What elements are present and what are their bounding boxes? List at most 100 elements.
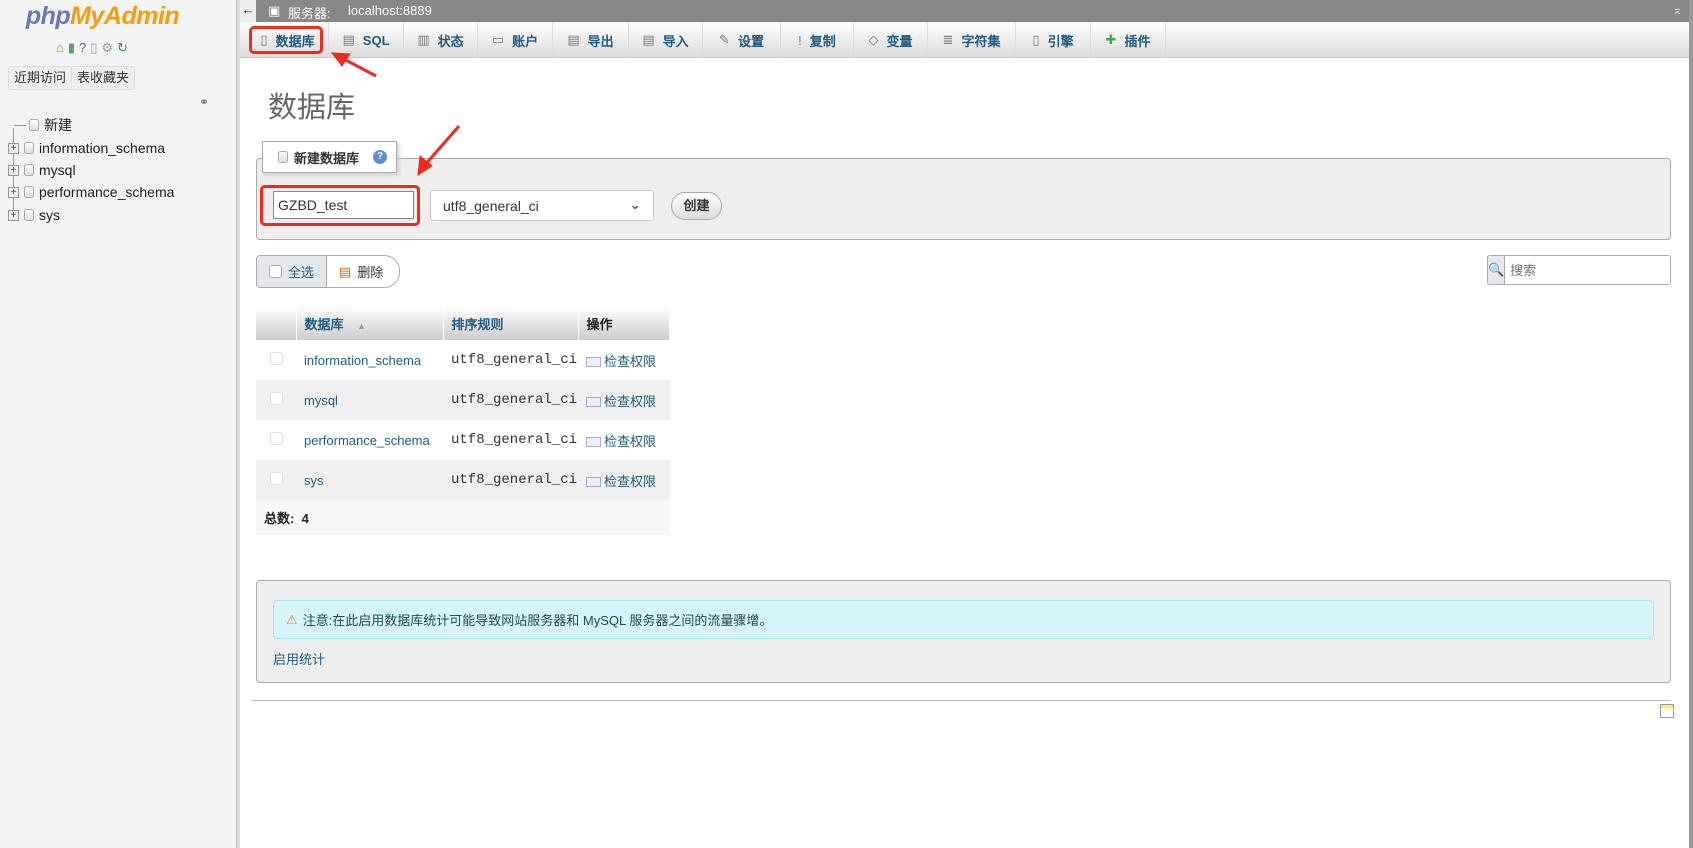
database-cell: information_schema	[296, 340, 443, 380]
tree-item-performance-schema[interactable]: + performance_schema	[8, 182, 174, 202]
privileges-icon	[586, 357, 601, 368]
tree-item-mysql[interactable]: + mysql	[8, 160, 76, 180]
users-icon: ▭	[491, 32, 505, 47]
delete-button[interactable]: ▤ 删除	[327, 256, 400, 287]
main-tabs: ▯ 数据库 ▤ SQL ▥ 状态 ▭ 账户 ▤ 导出 ▤ 导入 ✎ 设置! 复制 ◇ 变量 ≣ 字符集 ▯ 引擎 ✚ 插件	[240, 22, 1690, 58]
database-icon	[24, 142, 34, 154]
tab-6[interactable]: ✎ 设置	[703, 22, 781, 58]
tab-label: SQL	[362, 32, 390, 48]
tab-5[interactable]: ▤ 导入	[629, 22, 703, 58]
expand-icon[interactable]: +	[8, 186, 19, 198]
tree-label: mysql	[39, 162, 76, 178]
tab-2[interactable]: ▥ 状态	[404, 22, 478, 58]
collapse-top-icon[interactable]: ⌅	[1672, 2, 1683, 18]
sidebar-resizer[interactable]	[236, 0, 240, 848]
check-privileges-link[interactable]: 检查权限	[586, 474, 656, 489]
console-icon[interactable]	[1660, 704, 1674, 718]
page-title: 数据库	[268, 92, 356, 124]
docs-icon[interactable]: ▯	[90, 40, 97, 56]
action-label: 检查权限	[604, 393, 657, 409]
collation-cell: utf8_general_ci	[443, 380, 578, 420]
database-cell: mysql	[296, 380, 443, 420]
help-icon[interactable]: ?	[79, 40, 86, 56]
tree-item-information-schema[interactable]: + information_schema	[8, 138, 165, 158]
bulk-actions: 全选 ▤ 删除	[256, 255, 401, 288]
row-checkbox[interactable]	[270, 352, 283, 365]
tab-9[interactable]: ≣ 字符集	[928, 22, 1016, 58]
favorites-button[interactable]: 表收藏夹	[71, 66, 136, 90]
notice-message: ⚠ 注意:在此启用数据库统计可能导致网站服务器和 MySQL 服务器之间的流量骤增…	[273, 600, 1654, 639]
action-cell: 检查权限	[578, 420, 670, 460]
plugin-icon: ✚	[1105, 32, 1117, 47]
tab-label: 设置	[737, 33, 764, 49]
expand-icon[interactable]: +	[8, 209, 19, 221]
header-checkbox	[256, 306, 297, 340]
checkbox[interactable]	[269, 265, 282, 278]
table-row: mysql utf8_general_ci 检查权限	[256, 380, 670, 420]
enable-statistics-link[interactable]: 启用统计	[273, 649, 325, 668]
help-icon[interactable]: ?	[373, 150, 388, 164]
database-link[interactable]: mysql	[304, 393, 338, 408]
header-label: 数据库	[304, 316, 344, 332]
recent-button[interactable]: 近期访问	[8, 66, 73, 90]
collation-cell: utf8_general_ci	[451, 352, 578, 368]
tab-10[interactable]: ▯ 引擎	[1016, 22, 1091, 58]
database-add-icon	[278, 151, 288, 163]
tab-label: 状态	[437, 33, 464, 49]
select-all-checkbox[interactable]: 全选	[257, 256, 328, 287]
phpmyadmin-logo[interactable]: phpMyAdmin	[0, 2, 205, 31]
notice-text: 注意:在此启用数据库统计可能导致网站服务器和 MySQL 服务器之间的流量骤增。	[302, 613, 773, 628]
scrollbar[interactable]	[1689, 0, 1693, 848]
row-checkbox[interactable]	[270, 392, 283, 405]
tab-label: 变量	[886, 33, 913, 49]
search-box: 🔍	[1487, 255, 1671, 285]
database-icon	[24, 209, 34, 221]
server-link[interactable]: localhost:8889	[348, 3, 432, 18]
reload-icon[interactable]: ↻	[117, 40, 128, 56]
header-database[interactable]: 数据库 ▲	[296, 306, 444, 340]
tab-11[interactable]: ✚ 插件	[1091, 22, 1166, 58]
check-privileges-link[interactable]: 检查权限	[586, 434, 656, 449]
tab-label: 账户	[512, 33, 539, 49]
database-link[interactable]: performance_schema	[304, 433, 430, 448]
highlight-box	[249, 26, 323, 54]
expand-icon[interactable]: +	[8, 164, 19, 176]
tree-item-sys[interactable]: + sys	[8, 205, 60, 225]
collation-select[interactable]: utf8_general_ci ⌄	[430, 190, 654, 221]
search-icon[interactable]: 🔍	[1488, 256, 1506, 284]
header-actions: 操作	[578, 306, 670, 340]
row-checkbox[interactable]	[270, 472, 283, 485]
sort-asc-icon: ▲	[357, 320, 367, 331]
database-link[interactable]: information_schema	[304, 353, 421, 368]
tab-1[interactable]: ▤ SQL	[329, 22, 404, 58]
row-checkbox[interactable]	[270, 432, 283, 445]
import-icon: ▤	[642, 32, 655, 47]
search-input[interactable]	[1505, 256, 1670, 284]
collation-value: utf8_general_ci	[443, 198, 539, 214]
home-icon[interactable]: ⌂	[56, 40, 64, 56]
export-icon: ▤	[567, 32, 580, 47]
chevron-down-icon: ⌄	[629, 196, 641, 212]
tab-7[interactable]: ! 复制	[781, 22, 854, 58]
create-button[interactable]: 创建	[671, 192, 722, 220]
link-icon[interactable]: ⚭	[199, 95, 209, 109]
gear-icon[interactable]: ⚙	[101, 40, 113, 56]
action-label: 检查权限	[604, 473, 657, 489]
navigation-sidebar: phpMyAdmin ⌂ ▮ ? ▯ ⚙ ↻ 近期访问 表收藏夹 ⚭ 新建 + i…	[0, 0, 238, 848]
database-link[interactable]: sys	[304, 473, 324, 488]
check-privileges-link[interactable]: 检查权限	[586, 354, 656, 369]
database-cell: sys	[296, 460, 443, 500]
tree-item-new[interactable]: 新建	[14, 115, 72, 135]
check-privileges-link[interactable]: 检查权限	[586, 394, 656, 409]
select-all-label: 全选	[288, 265, 315, 280]
header-collation[interactable]: 排序规则	[443, 306, 579, 340]
logout-icon[interactable]: ▮	[68, 40, 75, 56]
action-label: 检查权限	[604, 433, 657, 449]
tab-8[interactable]: ◇ 变量	[854, 22, 928, 58]
delete-icon: ▤	[339, 263, 352, 279]
tab-3[interactable]: ▭ 账户	[478, 22, 553, 58]
tab-4[interactable]: ▤ 导出	[553, 22, 629, 58]
expand-icon[interactable]: +	[8, 142, 19, 154]
collapse-arrow-icon[interactable]: ←	[240, 0, 256, 22]
database-name-input[interactable]	[273, 191, 414, 219]
